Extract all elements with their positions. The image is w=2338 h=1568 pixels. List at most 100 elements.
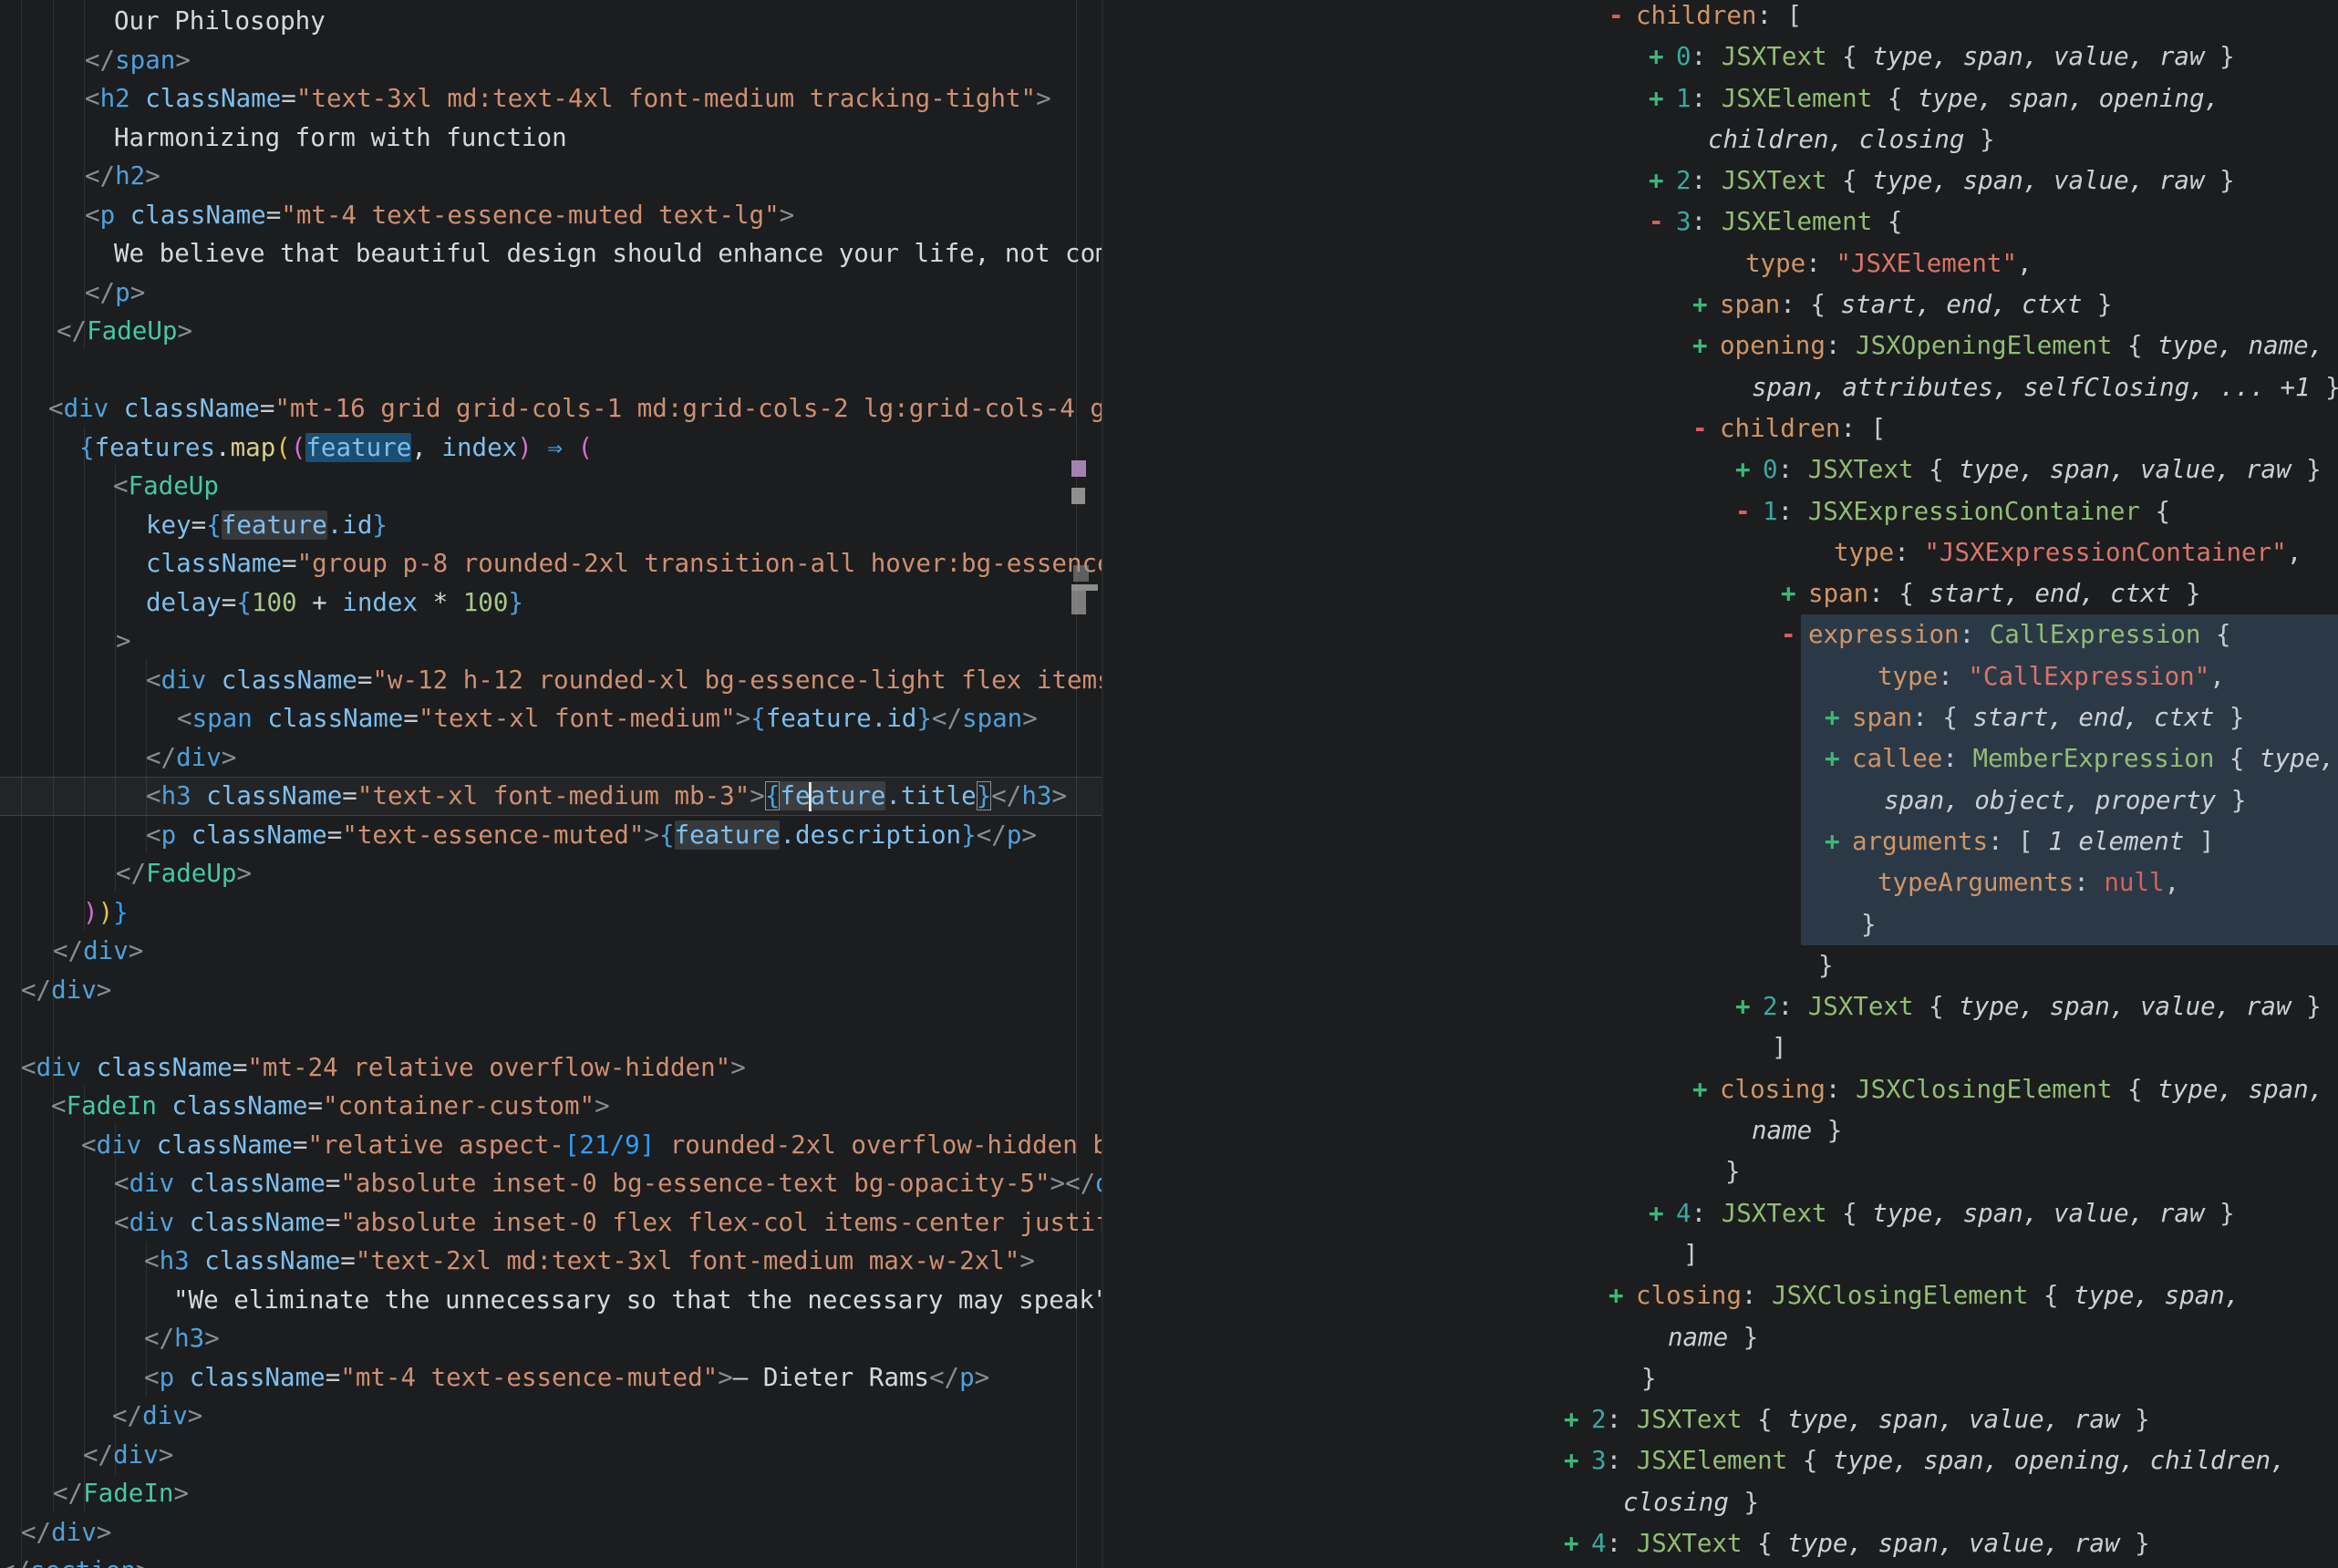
code-line[interactable]: </div> [0, 1397, 1102, 1436]
code-line[interactable]: <p className="text-essence-muted">{featu… [0, 816, 1102, 855]
ast-node-row[interactable]: span, attributes, selfClosing, ... +1 } [1103, 367, 2338, 408]
code-line[interactable]: delay={100 + index * 100} [0, 583, 1102, 623]
expand-icon[interactable]: + [1649, 36, 1676, 77]
code-line[interactable]: We believe that beautiful design should … [0, 234, 1102, 273]
ast-node-row[interactable]: } [1103, 904, 2338, 945]
ast-node-row[interactable]: +2: JSXText { type, span, value, raw } [1103, 986, 2338, 1027]
code-line-current[interactable]: <h3 className="text-xl font-medium mb-3"… [0, 777, 1102, 816]
code-line[interactable]: "We eliminate the unnecessary so that th… [0, 1281, 1102, 1320]
code-line[interactable]: </h2> [0, 157, 1102, 196]
ast-node-row[interactable]: +4: JSXText { type, span, value, raw } [1103, 1193, 2338, 1234]
code-line[interactable]: key={feature.id} [0, 506, 1102, 545]
code-line[interactable]: </FadeIn> [0, 1474, 1102, 1513]
expand-icon[interactable]: + [1735, 449, 1763, 490]
code-line[interactable]: </div> [0, 932, 1102, 971]
ast-node-row[interactable]: +4: JSXText { type, span, value, raw } [1103, 1523, 2338, 1564]
code-line[interactable]: Our Philosophy [0, 2, 1102, 41]
code-line[interactable]: ))} [0, 893, 1102, 933]
ast-node-row[interactable]: -expression: CallExpression { [1103, 614, 2338, 655]
ast-node-row[interactable]: span, object, property } [1103, 780, 2338, 821]
expand-icon[interactable]: + [1649, 78, 1676, 119]
expand-icon[interactable]: + [1564, 1523, 1591, 1564]
ast-node-row[interactable]: +span: { start, end, ctxt } [1103, 697, 2338, 738]
collapse-icon[interactable]: - [1781, 614, 1808, 655]
code-line[interactable]: <p className="mt-4 text-essence-muted">—… [0, 1358, 1102, 1398]
ast-node-row[interactable]: } [1103, 1151, 2338, 1192]
expand-icon[interactable]: + [1825, 697, 1852, 738]
expand-icon[interactable]: + [1692, 325, 1720, 366]
ast-node-row[interactable]: type: "CallExpression", [1103, 656, 2338, 697]
ast-node-row[interactable]: +span: { start, end, ctxt } [1103, 284, 2338, 325]
expand-icon[interactable]: + [1609, 1275, 1636, 1316]
ast-node-row[interactable]: +2: JSXText { type, span, value, raw } [1103, 160, 2338, 201]
code-editor-pane[interactable]: Our Philosophy</span><h2 className="text… [0, 0, 1102, 1568]
code-line[interactable]: <div className="absolute inset-0 bg-esse… [0, 1164, 1102, 1203]
ast-node-row[interactable]: +0: JSXText { type, span, value, raw } [1103, 36, 2338, 77]
ast-node-row[interactable]: type: "JSXElement", [1103, 243, 2338, 284]
ast-node-row[interactable]: +3: JSXElement { type, span, opening, ch… [1103, 1440, 2338, 1481]
ast-node-row[interactable]: name } [1103, 1317, 2338, 1358]
code-line[interactable]: </h3> [0, 1319, 1102, 1358]
code-line[interactable]: {features.map((feature, index) ⇒ ( [0, 428, 1102, 468]
ast-node-row[interactable]: name } [1103, 1110, 2338, 1151]
expand-icon[interactable]: + [1649, 160, 1676, 201]
collapse-icon[interactable]: - [1692, 408, 1720, 449]
collapse-icon[interactable]: - [1735, 491, 1763, 532]
code-line[interactable]: <FadeUp [0, 467, 1102, 506]
ast-node-row[interactable]: children, closing } [1103, 119, 2338, 160]
code-line[interactable]: </div> [0, 971, 1102, 1010]
collapse-icon[interactable]: - [1649, 201, 1676, 242]
code-line[interactable]: </div> [0, 1513, 1102, 1553]
code-line[interactable]: <span className="text-xl font-medium">{f… [0, 699, 1102, 738]
ast-node-row[interactable]: -3: JSXElement { [1103, 201, 2338, 242]
expand-icon[interactable]: + [1692, 284, 1720, 325]
ast-node-row[interactable]: +closing: JSXClosingElement { type, span… [1103, 1275, 2338, 1316]
code-line[interactable]: <p className="mt-4 text-essence-muted te… [0, 196, 1102, 235]
code-line[interactable]: </p> [0, 273, 1102, 313]
code-line[interactable]: <div className="absolute inset-0 flex fl… [0, 1203, 1102, 1243]
code-line[interactable]: <div className="w-12 h-12 rounded-xl bg-… [0, 661, 1102, 700]
ast-node-row[interactable]: } [1103, 1358, 2338, 1399]
ast-node-row[interactable]: +callee: MemberExpression { type, [1103, 738, 2338, 779]
code-line[interactable]: > [0, 622, 1102, 661]
expand-icon[interactable]: + [1825, 738, 1852, 779]
code-line[interactable]: </div> [0, 1436, 1102, 1475]
code-line[interactable] [0, 1009, 1102, 1048]
code-line[interactable]: </section> [0, 1552, 1102, 1568]
ast-node-row[interactable]: -children: [ [1103, 408, 2338, 449]
code-line[interactable]: <div className="relative aspect-[21/9] r… [0, 1126, 1102, 1165]
ast-tree-pane[interactable]: -children: [+0: JSXText { type, span, va… [1103, 0, 2338, 1568]
code-line[interactable]: </span> [0, 41, 1102, 80]
code-line[interactable]: <h3 className="text-2xl md:text-3xl font… [0, 1242, 1102, 1281]
ast-node-row[interactable]: +2: JSXText { type, span, value, raw } [1103, 1399, 2338, 1440]
expand-icon[interactable]: + [1735, 986, 1763, 1027]
expand-icon[interactable]: + [1564, 1399, 1591, 1440]
ast-node-row[interactable]: +1: JSXElement { type, span, opening, [1103, 78, 2338, 119]
ast-node-row[interactable]: type: "JSXExpressionContainer", [1103, 532, 2338, 573]
code-line[interactable]: className="group p-8 rounded-2xl transit… [0, 544, 1102, 583]
code-line[interactable]: <div className="mt-24 relative overflow-… [0, 1048, 1102, 1088]
ast-node-row[interactable]: +opening: JSXOpeningElement { type, name… [1103, 325, 2338, 366]
expand-icon[interactable]: + [1692, 1069, 1720, 1110]
ast-node-row[interactable]: typeArguments: null, [1103, 862, 2338, 903]
expand-icon[interactable]: + [1649, 1193, 1676, 1234]
ast-node-row[interactable]: closing } [1103, 1482, 2338, 1523]
code-line[interactable]: Harmonizing form with function [0, 119, 1102, 158]
ast-node-row[interactable]: ] [1103, 1234, 2338, 1275]
ast-node-row[interactable]: ] [1103, 1027, 2338, 1068]
code-line[interactable]: </div> [0, 738, 1102, 778]
ast-node-row[interactable]: +span: { start, end, ctxt } [1103, 573, 2338, 614]
ast-node-row[interactable]: } [1103, 945, 2338, 986]
ast-node-row[interactable]: -1: JSXExpressionContainer { [1103, 491, 2338, 532]
expand-icon[interactable]: + [1564, 1440, 1591, 1481]
code-line[interactable]: <h2 className="text-3xl md:text-4xl font… [0, 79, 1102, 119]
expand-icon[interactable]: + [1825, 821, 1852, 862]
ast-node-row[interactable]: -children: [ [1103, 0, 2338, 36]
ast-node-row[interactable]: +closing: JSXClosingElement { type, span… [1103, 1069, 2338, 1110]
collapse-icon[interactable]: - [1609, 0, 1636, 36]
ast-node-row[interactable]: +arguments: [ 1 element ] [1103, 821, 2338, 862]
code-line[interactable]: </FadeUp> [0, 312, 1102, 351]
code-line[interactable]: <div className="mt-16 grid grid-cols-1 m… [0, 389, 1102, 428]
code-line[interactable]: </FadeUp> [0, 854, 1102, 893]
ast-node-row[interactable]: +0: JSXText { type, span, value, raw } [1103, 449, 2338, 490]
